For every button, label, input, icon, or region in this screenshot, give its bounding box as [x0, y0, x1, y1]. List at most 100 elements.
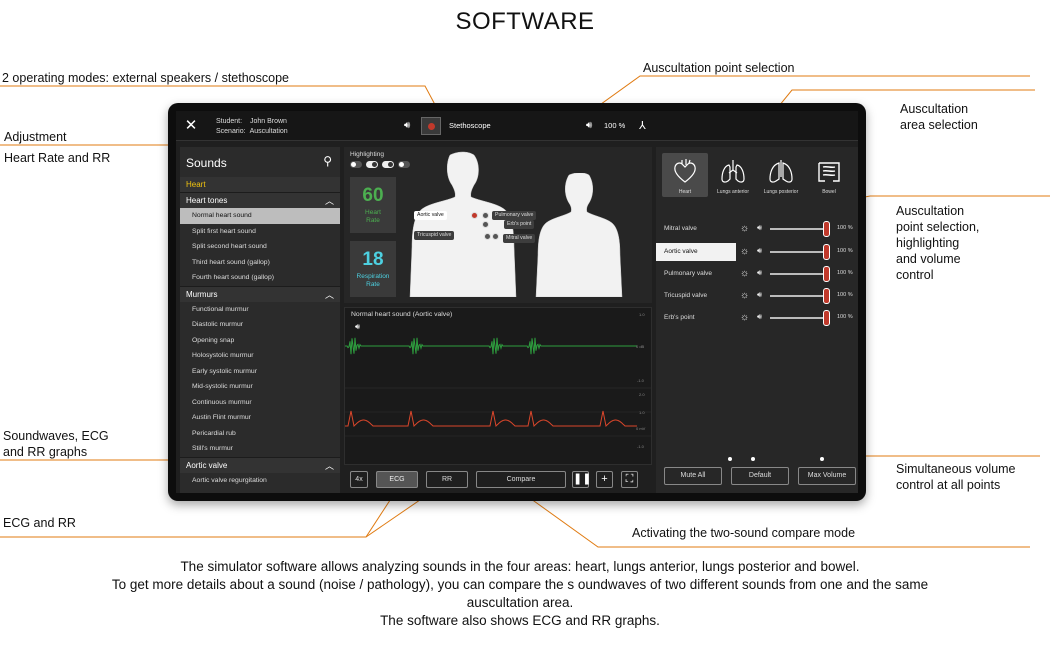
close-icon[interactable]: ✕	[182, 117, 200, 135]
callout-point-selection-line3: highlighting	[896, 236, 960, 250]
volume-slider[interactable]	[770, 288, 830, 304]
speaker-icon[interactable]: 🔊︎	[757, 268, 762, 278]
valve-label-erbs[interactable]: Erb's point	[504, 220, 535, 229]
volume-slider[interactable]	[770, 310, 830, 326]
point-name: Pulmonary valve	[664, 270, 713, 277]
stethoscope-mode-toggle[interactable]	[421, 117, 441, 135]
compare-button[interactable]: Compare	[476, 471, 566, 488]
highlight-icon[interactable]: ☼	[740, 222, 749, 236]
rr-button[interactable]: RR	[426, 471, 468, 488]
highlight-toggle[interactable]	[382, 161, 394, 168]
torso-back[interactable]	[534, 173, 624, 297]
plus-icon[interactable]: +	[596, 471, 613, 488]
list-item[interactable]: Aortic valve regurgitation	[180, 473, 340, 489]
max-volume-button[interactable]: Max Volume	[798, 467, 856, 485]
default-button[interactable]: Default	[731, 467, 789, 485]
area-bowel[interactable]: Bowel	[806, 153, 852, 197]
search-icon[interactable]: ⚲	[323, 154, 332, 168]
graph-controls: 4x ECG RR Compare ❚❚ + ⛶	[344, 467, 652, 493]
chevron-up-icon[interactable]: ︿	[325, 287, 334, 303]
list-item[interactable]: Diastolic murmur	[180, 317, 340, 333]
valve-label-pulmonary[interactable]: Pulmonary valve	[492, 211, 537, 220]
valve-point-tricuspid[interactable]	[484, 233, 491, 240]
speaker-icon[interactable]: 🔊︎	[757, 312, 762, 322]
point-row-tricuspid[interactable]: Tricuspid valve ☼ 🔊︎ 100 %	[656, 287, 858, 305]
axis-label: 2.0	[639, 392, 645, 397]
mute-all-button[interactable]: Mute All	[664, 467, 722, 485]
list-item[interactable]: Split second heart sound	[180, 239, 340, 255]
master-volume-value: 100 %	[604, 121, 626, 130]
valve-point-aortic[interactable]	[471, 212, 478, 219]
caption-line1: The simulator software allows analyzing …	[180, 559, 860, 574]
point-row-erbs[interactable]: Erb's point ☼ 🔊︎ 100 %	[656, 309, 858, 327]
master-volume-icon[interactable]: 🔊︎	[586, 120, 592, 131]
marker-dot	[751, 457, 755, 461]
highlight-toggles	[350, 161, 410, 168]
list-item[interactable]: Austin Flint murmur	[180, 410, 340, 426]
valve-point-pulmonary[interactable]	[482, 212, 489, 219]
chevron-up-icon[interactable]: ︿	[325, 193, 334, 209]
speaker-icon[interactable]: 🔊︎	[404, 120, 410, 131]
list-item[interactable]: Early systolic murmur	[180, 364, 340, 380]
point-row-aortic[interactable]: Aortic valve ☼ 🔊︎ 100 %	[656, 243, 858, 261]
list-item[interactable]: Third heart sound (gallop)	[180, 255, 340, 271]
group-aortic-valve[interactable]: Aortic valve ︿	[180, 456, 340, 474]
group-heart-tones[interactable]: Heart tones ︿	[180, 192, 340, 208]
valve-label-tricuspid[interactable]: Tricuspid valve	[414, 231, 455, 240]
speaker-icon[interactable]: 🔊︎	[757, 246, 762, 256]
list-item[interactable]: Normal heart sound	[180, 208, 340, 224]
slider-knob[interactable]	[823, 288, 830, 304]
respiration-rate-label-line2: Rate	[366, 281, 380, 288]
list-item[interactable]: Holosystolic murmur	[180, 348, 340, 364]
volume-slider[interactable]	[770, 244, 830, 260]
speed-button[interactable]: 4x	[350, 471, 368, 488]
area-lungs-posterior[interactable]: Lungs posterior	[758, 153, 804, 197]
area-lungs-anterior[interactable]: Lungs anterior	[710, 153, 756, 197]
list-item[interactable]: Continuous murmur	[180, 395, 340, 411]
slider-knob[interactable]	[823, 310, 830, 326]
axis-label: -1.0	[637, 378, 645, 383]
highlight-icon[interactable]: ☼	[740, 311, 749, 325]
valve-label-aortic[interactable]: Aortic valve	[414, 211, 447, 220]
highlight-icon[interactable]: ☼	[740, 245, 749, 259]
list-item[interactable]: Split first heart sound	[180, 224, 340, 240]
speaker-icon[interactable]: 🔊︎	[757, 290, 762, 300]
list-item[interactable]: Functional murmur	[180, 302, 340, 318]
caption-line4: The software also shows ECG and RR graph…	[380, 613, 660, 628]
point-row-pulmonary[interactable]: Pulmonary valve ☼ 🔊︎ 100 %	[656, 265, 858, 283]
highlight-icon[interactable]: ☼	[740, 289, 749, 303]
slider-knob[interactable]	[823, 266, 830, 282]
volume-slider[interactable]	[770, 221, 830, 237]
respiration-rate-tile[interactable]: 18 Respiration Rate	[350, 241, 396, 297]
center-panel: Highlighting 60 Heart Rate 18 Respiratio…	[344, 147, 652, 467]
top-bar: ✕ Student: John Brown Scenario: Ausculta…	[176, 111, 858, 141]
volume-slider[interactable]	[770, 266, 830, 282]
area-heart[interactable]: Heart	[662, 153, 708, 197]
highlight-toggle[interactable]	[366, 161, 378, 168]
slider-knob[interactable]	[823, 221, 830, 237]
valve-label-mitral[interactable]: Mitral valve	[503, 234, 536, 243]
valve-point-mitral[interactable]	[492, 233, 499, 240]
category-heart[interactable]: Heart	[180, 177, 340, 192]
slider-knob[interactable]	[823, 244, 830, 260]
highlight-toggle[interactable]	[350, 161, 362, 168]
heart-rate-tile[interactable]: 60 Heart Rate	[350, 177, 396, 233]
point-volume: 100 %	[837, 225, 853, 231]
pause-icon[interactable]: ❚❚	[572, 471, 591, 488]
chevron-up-icon[interactable]: ︿	[325, 458, 334, 474]
list-item[interactable]: Mid-systolic murmur	[180, 379, 340, 395]
list-item[interactable]: Pericardial rub	[180, 426, 340, 442]
speaker-icon[interactable]: 🔊︎	[757, 223, 762, 233]
group-murmurs[interactable]: Murmurs ︿	[180, 285, 340, 303]
ecg-button[interactable]: ECG	[376, 471, 418, 488]
list-item[interactable]: Fourth heart sound (gallop)	[180, 270, 340, 286]
torso-front[interactable]	[408, 151, 518, 297]
callout-point-selection-line4: and volume	[896, 252, 961, 266]
fullscreen-icon[interactable]: ⛶	[621, 471, 638, 488]
highlight-icon[interactable]: ☼	[740, 267, 749, 281]
point-row-mitral[interactable]: Mitral valve ☼ 🔊︎ 100 %	[656, 220, 858, 238]
list-item[interactable]: Still's murmur	[180, 441, 340, 457]
network-icon[interactable]: ⅄	[639, 119, 646, 132]
valve-point-erbs[interactable]	[482, 221, 489, 228]
list-item[interactable]: Opening snap	[180, 333, 340, 349]
